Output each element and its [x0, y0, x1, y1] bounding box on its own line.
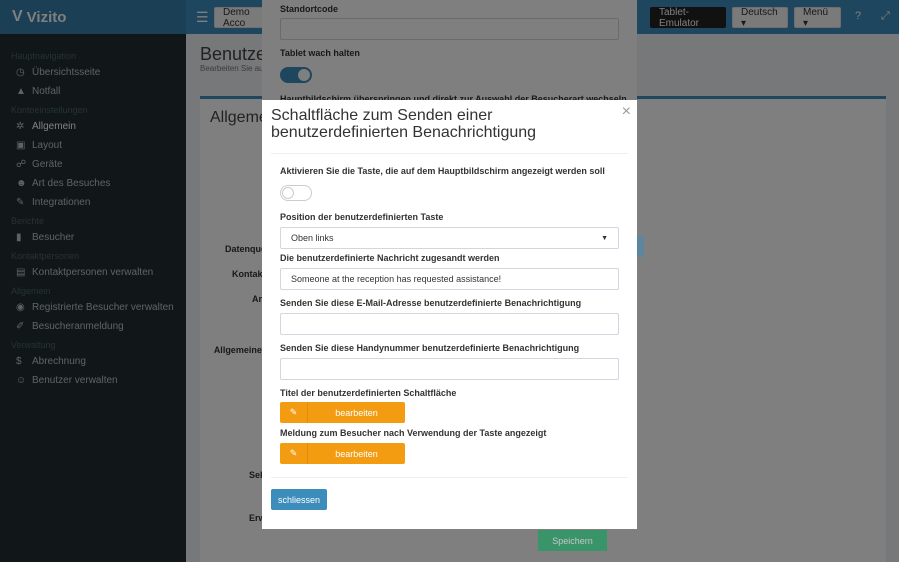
caret-down-icon: ▼	[601, 235, 608, 242]
divider	[271, 477, 628, 478]
position-label: Position der benutzerdefinierten Taste	[280, 212, 444, 222]
visitor-message-label: Meldung zum Besucher nach Verwendung der…	[280, 428, 547, 438]
save-button[interactable]: Speichern	[538, 530, 607, 551]
phone-label: Senden Sie diese Handynummer benutzerdef…	[280, 343, 580, 353]
close-icon[interactable]: ×	[622, 103, 631, 121]
message-label: Die benutzerdefinierte Nachricht zugesan…	[280, 253, 500, 263]
position-value: Oben links	[291, 233, 334, 243]
edit-label: bearbeiten	[335, 448, 378, 459]
email-input[interactable]	[280, 313, 619, 335]
toggle-knob	[282, 187, 294, 199]
modal-title: Schaltfläche zum Senden einer benutzerde…	[271, 107, 537, 141]
edit-button-title-button[interactable]: ✎ bearbeiten	[280, 402, 405, 423]
activate-label: Aktivieren Sie die Taste, die auf dem Ha…	[280, 166, 605, 176]
edit-label: bearbeiten	[335, 407, 378, 418]
edit-icon: ✎	[280, 402, 308, 423]
custom-notification-modal: Schaltfläche zum Senden einer benutzerde…	[262, 100, 637, 529]
email-label: Senden Sie diese E-Mail-Adresse benutzer…	[280, 298, 582, 308]
phone-input[interactable]	[280, 358, 619, 380]
edit-visitor-message-button[interactable]: ✎ bearbeiten	[280, 443, 405, 464]
message-input[interactable]: Someone at the reception has requested a…	[280, 268, 619, 290]
divider	[271, 153, 628, 154]
button-title-label: Titel der benutzerdefinierten Schaltfläc…	[280, 388, 457, 398]
activate-toggle[interactable]	[280, 185, 312, 201]
edit-icon: ✎	[280, 443, 308, 464]
position-select[interactable]: Oben links ▼	[280, 227, 619, 249]
close-button[interactable]: schliessen	[271, 489, 327, 510]
